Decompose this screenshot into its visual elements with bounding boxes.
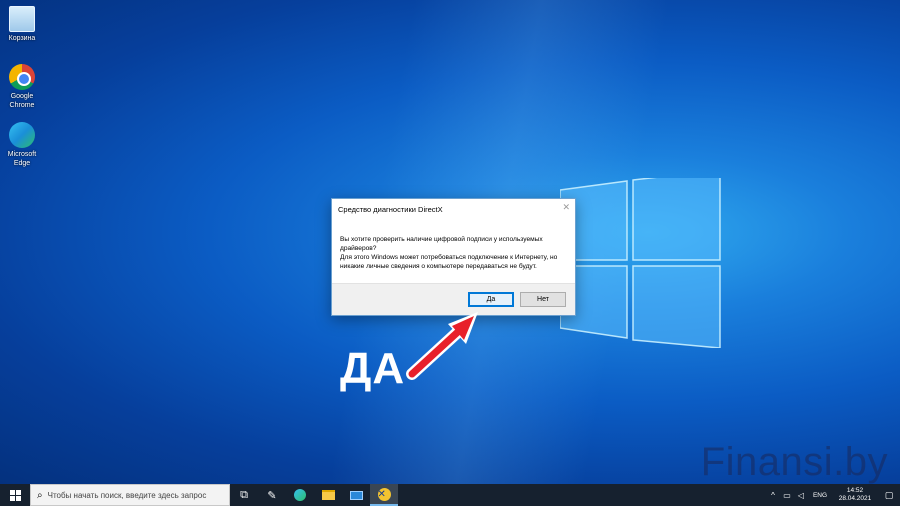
desktop-icon-recycle-bin[interactable]: Корзина [0,6,44,43]
dialog-question: Вы хотите проверить наличие цифровой под… [340,236,543,252]
search-icon: ⌕ [37,489,43,501]
notifications-icon[interactable]: ▢ [878,490,900,501]
desktop-icon-label: Корзина [8,35,36,42]
desktop-background: Корзина Google Chrome Microsoft Edge Сре… [0,0,900,484]
red-arrow-annotation [406,312,478,380]
volume-icon[interactable]: ◁ [794,491,808,500]
clock-date: 28.04.2021 [838,495,872,502]
desktop-icon-edge[interactable]: Microsoft Edge [0,122,44,168]
desktop-icon-label: Microsoft Edge [7,151,37,167]
taskbar: ⌕ Чтобы начать поиск, введите здесь запр… [0,484,900,506]
watermark: Finansi.by [700,440,888,484]
edge-taskbar-icon[interactable] [286,484,314,506]
no-button[interactable]: Нет [520,292,566,307]
start-button[interactable] [0,484,30,506]
system-tray: ^ ▭ ◁ ENG 14:52 28.04.2021 ▢ [766,484,900,506]
directx-diag-taskbar-icon[interactable]: ✕ [370,484,398,506]
chrome-icon [9,64,35,90]
recycle-bin-icon [9,6,35,32]
taskbar-search-box[interactable]: ⌕ Чтобы начать поиск, введите здесь запр… [30,484,230,506]
edge-icon [9,122,35,148]
dialog-info: Для этого Windows может потребоваться по… [340,254,558,270]
clock-time: 14:52 [846,487,864,494]
task-view-icon[interactable]: ⧉ [230,484,258,506]
windows-start-icon [9,489,21,501]
file-explorer-icon[interactable] [314,484,342,506]
search-placeholder: Чтобы начать поиск, введите здесь запрос [47,490,207,500]
directx-dialog: Средство диагностики DirectX ✕ Вы хотите… [331,198,576,316]
network-icon[interactable]: ▭ [780,491,794,500]
windows-logo-wallpaper [560,178,721,348]
desktop-icon-label: Google Chrome [9,93,35,109]
dialog-message: Вы хотите проверить наличие цифровой под… [340,235,570,271]
desktop-icon-chrome[interactable]: Google Chrome [0,64,44,110]
language-indicator[interactable]: ENG [808,492,832,499]
chevron-up-icon[interactable]: ^ [766,491,780,500]
close-icon[interactable]: ✕ [562,202,570,213]
paint-app-icon[interactable]: ✎ [258,484,286,506]
dialog-title: Средство диагностики DirectX [338,205,443,214]
clock[interactable]: 14:52 28.04.2021 [832,487,878,503]
annotation-label: ДА [340,344,406,393]
mail-icon[interactable] [342,484,370,506]
